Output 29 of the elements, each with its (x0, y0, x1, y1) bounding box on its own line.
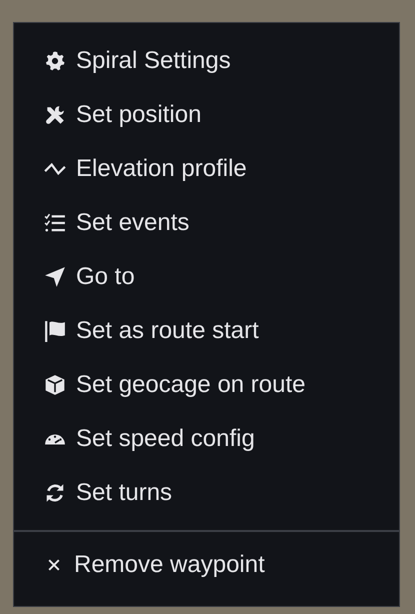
location-arrow-icon (44, 266, 66, 288)
gauge-icon (44, 434, 66, 444)
menu-item[interactable]: Set events (14, 196, 399, 250)
menu-item[interactable]: Set speed config (14, 412, 399, 466)
menu-item-label: Set speed config (76, 425, 255, 453)
menu-item-label: Set position (76, 101, 202, 129)
checklist-icon (44, 212, 66, 234)
menu-item-label: Set events (76, 209, 190, 237)
menu-item-label: Remove waypoint (74, 551, 265, 579)
menu-item-label: Set geocage on route (76, 371, 306, 399)
menu-item-label: Set as route start (76, 317, 259, 345)
menu-item[interactable]: Remove waypoint (14, 538, 399, 592)
menu-item[interactable]: Set geocage on route (14, 358, 399, 412)
flag-icon (44, 320, 66, 342)
menu-item-label: Set turns (76, 479, 172, 507)
menu-item[interactable]: Elevation profile (14, 142, 399, 196)
cube-icon (44, 374, 66, 396)
menu-item[interactable]: Set position (14, 88, 399, 142)
menu-item[interactable]: Spiral Settings (14, 34, 399, 88)
menu-item[interactable]: Set as route start (14, 304, 399, 358)
menu-item[interactable]: Go to (14, 250, 399, 304)
menu-item-label: Go to (76, 263, 135, 291)
wrench-and-screwdriver-icon (44, 104, 66, 126)
refresh-icon (44, 482, 66, 504)
menu-item-label: Spiral Settings (76, 47, 231, 75)
menu-item[interactable]: Set turns (14, 466, 399, 520)
gear-icon (44, 50, 66, 72)
close-icon (46, 557, 62, 573)
menu-item-label: Elevation profile (76, 155, 247, 183)
